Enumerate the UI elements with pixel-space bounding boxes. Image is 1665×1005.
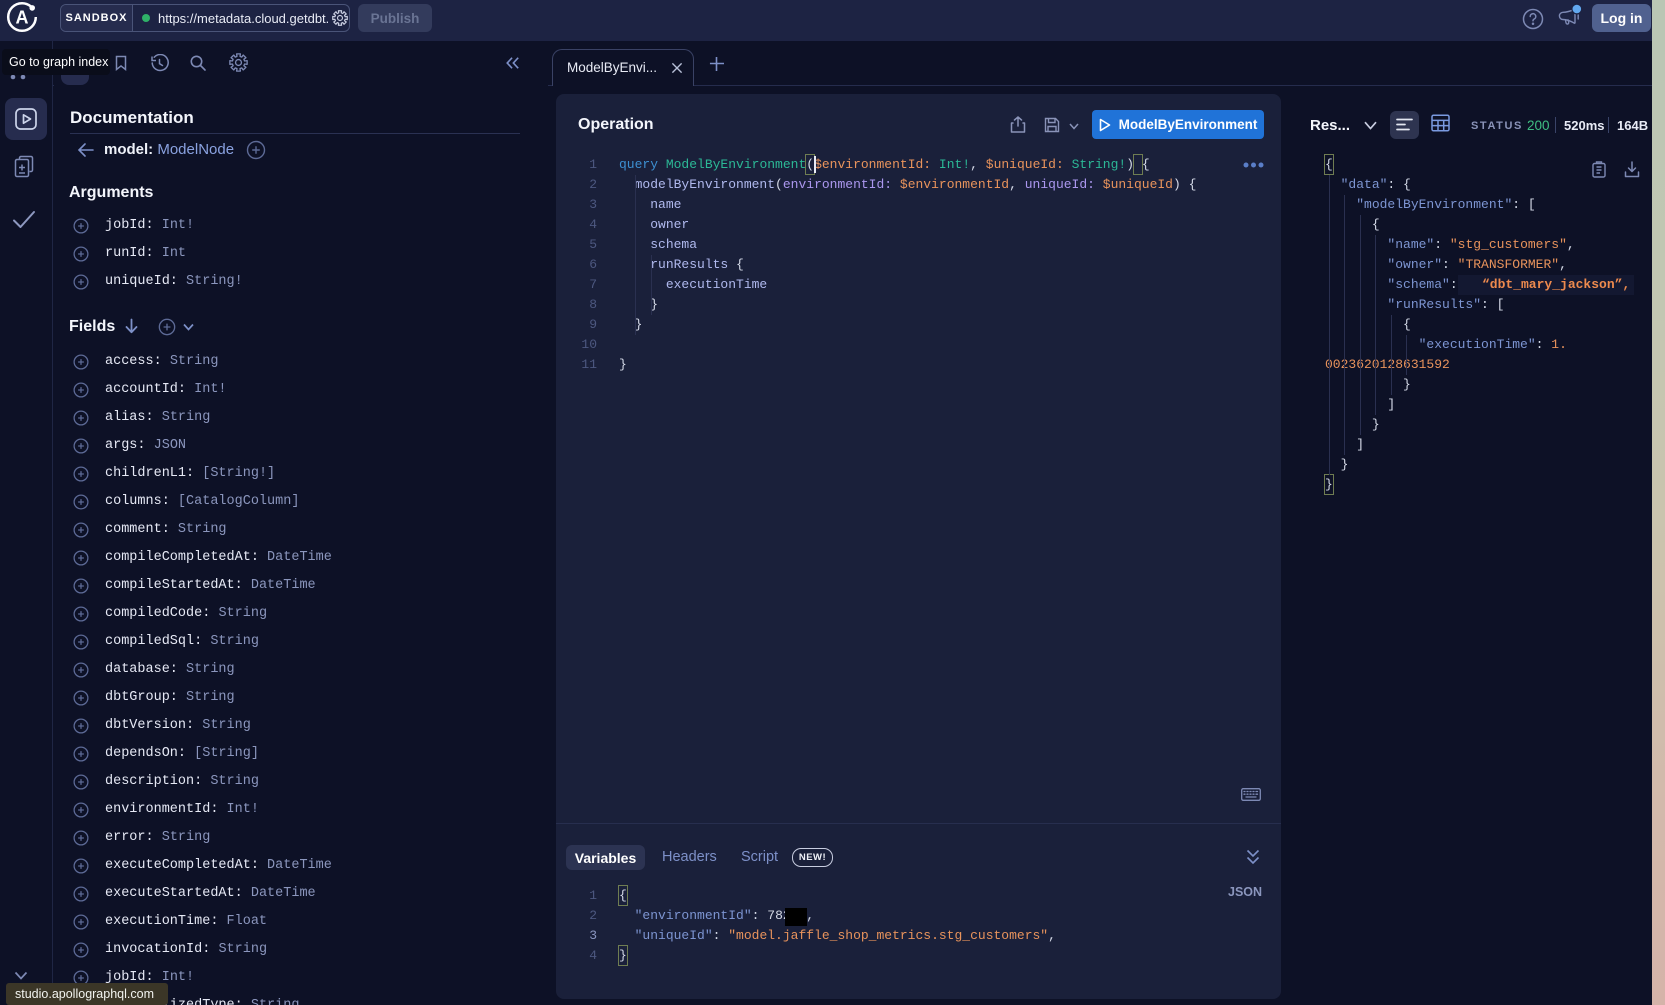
svg-text:A: A [16,8,29,28]
